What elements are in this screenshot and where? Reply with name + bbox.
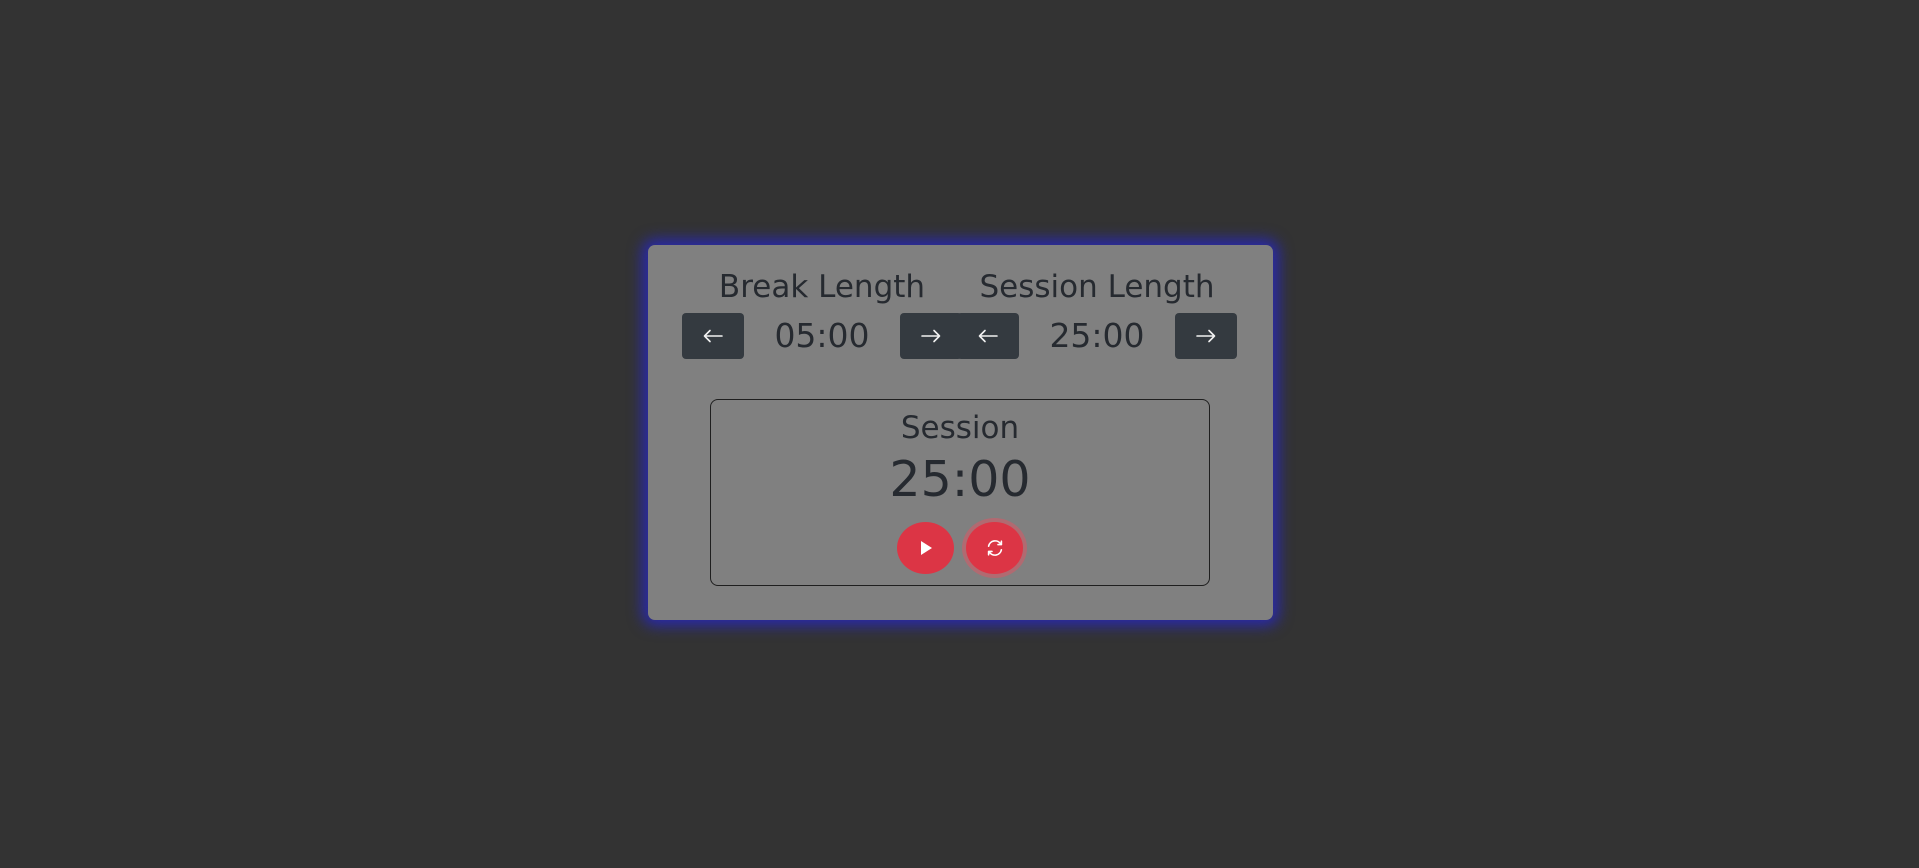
break-length-value: 05:00 (774, 316, 870, 355)
timer-time: 25:00 (889, 451, 1031, 508)
session-length-label: Session Length (979, 269, 1215, 305)
timer-display: Session 25:00 (710, 399, 1210, 586)
start-button[interactable] (897, 522, 954, 574)
session-decrement-button[interactable] (957, 313, 1019, 359)
break-increment-button[interactable] (899, 313, 962, 359)
play-icon (920, 541, 932, 555)
timer-label: Session (900, 410, 1020, 446)
break-length-label: Break Length (718, 269, 926, 305)
pomodoro-card: Break Length 05:00 Session Length 25:00 … (648, 245, 1273, 620)
session-length-value: 25:00 (1049, 316, 1145, 355)
reset-button[interactable] (966, 522, 1023, 574)
arrow-right-icon (1196, 329, 1216, 343)
session-length-panel: Session Length 25:00 (957, 265, 1237, 359)
break-controls: 05:00 (682, 313, 962, 359)
session-controls: 25:00 (957, 313, 1237, 359)
timer-buttons (711, 522, 1209, 574)
session-increment-button[interactable] (1174, 313, 1237, 359)
refresh-icon (987, 540, 1002, 556)
arrow-left-icon (978, 329, 998, 343)
arrow-right-icon (921, 329, 941, 343)
break-length-panel: Break Length 05:00 (682, 265, 962, 359)
arrow-left-icon (703, 329, 723, 343)
break-decrement-button[interactable] (682, 313, 744, 359)
